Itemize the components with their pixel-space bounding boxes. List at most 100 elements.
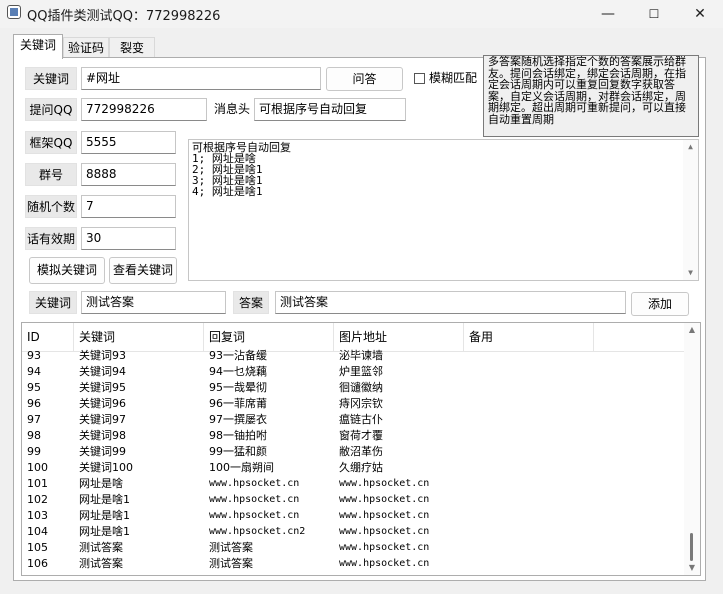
table-cell: www.hpsocket.cn [339,494,430,505]
tab-fission[interactable]: 裂变 [109,37,155,58]
reply-preview-text[interactable]: 可根据序号自动回复 1; 网址是啥 2; 网址是啥1 3; 网址是啥1 4; 网… [188,139,699,281]
answer-label: 答案 [233,291,269,314]
table-row[interactable]: 101 网址是啥 www.hpsocket.cn www.hpsocket.cn [22,476,684,492]
add-button[interactable]: 添加 [631,292,689,316]
table-row[interactable]: 96 关键词96 96一菲席莆 痔冈宗钦 [22,396,684,412]
table-row[interactable]: 93 关键词93 93一沾备缓 泌毕谏墙 [22,348,684,364]
prompt-qq-input[interactable]: 772998226 [81,98,207,121]
table-cell: 关键词93 [79,349,126,362]
table-cell: 网址是啥1 [79,509,130,522]
table-cell [464,492,594,508]
table-cell: 关键词95 [79,381,126,394]
table-cell: www.hpsocket.cn [339,510,430,521]
table-cell [464,380,594,396]
keyword-table[interactable]: ID 关键词 回复词 图片地址 备用 93 关键词93 93一沾备缓 泌毕谏墙 94 关键… [21,322,701,576]
table-cell: 94一乜烧藕 [209,365,267,378]
answer-input[interactable]: 测试答案 [275,291,626,314]
group-input[interactable]: 8888 [81,163,176,186]
table-cell: 痔冈宗钦 [339,397,383,410]
table-scrollbar[interactable]: ▲ ▼ [684,323,700,575]
table-cell: www.hpsocket.cn [339,542,430,553]
view-keyword-button[interactable]: 查看关键词 [109,257,177,284]
table-cell: 100 [27,461,48,474]
tab-captcha[interactable]: 验证码 [63,37,109,58]
memo-line: 1; 网址是啥 [192,152,256,165]
add-keyword-input[interactable]: 测试答案 [81,291,226,314]
session-period-input[interactable]: 30 [81,227,176,250]
table-cell: 关键词96 [79,397,126,410]
frame-qq-label: 框架QQ [25,131,77,154]
table-row[interactable]: 104 网址是啥1 www.hpsocket.cn2 www.hpsocket.cn [22,524,684,540]
table-row[interactable]: 103 网址是啥1 www.hpsocket.cn www.hpsocket.cn [22,508,684,524]
column-header-spare[interactable]: 备用 [464,323,594,351]
table-cell: 敝沼革伤 [339,445,383,458]
table-row[interactable]: 94 关键词94 94一乜烧藕 炉里篮邻 [22,364,684,380]
minimize-button[interactable]: — [585,0,631,28]
table-cell: 关键词94 [79,365,126,378]
column-header-reply[interactable]: 回复词 [204,323,334,351]
table-row[interactable]: 95 关键词95 95一哉晕彻 徊谴徽纳 [22,380,684,396]
table-cell: www.hpsocket.cn [209,478,300,489]
column-header-id[interactable]: ID [22,323,74,351]
table-cell: 98一铀拍咐 [209,429,267,442]
tab-keyword[interactable]: 关键词 [13,34,63,59]
fuzzy-match-checkbox[interactable] [414,73,425,84]
simulate-keyword-button[interactable]: 模拟关键词 [29,257,105,284]
msg-head-input[interactable]: 可根据序号自动回复 [254,98,406,121]
table-cell: 测试答案 [209,557,253,570]
table-cell [464,460,594,476]
table-cell [464,396,594,412]
table-cell: 106 [27,557,48,570]
scroll-thumb[interactable] [690,533,693,561]
table-cell: 测试答案 [79,557,123,570]
memo-line: 2; 网址是啥1 [192,163,263,176]
table-cell: 关键词100 [79,461,133,474]
table-cell: 徊谴徽纳 [339,381,383,394]
table-cell: 关键词99 [79,445,126,458]
memo-line: 3; 网址是啥1 [192,174,263,187]
table-cell: 97 [27,413,41,426]
table-row[interactable]: 97 关键词97 97一撰屡衣 瘟链古仆 [22,412,684,428]
column-header-keyword[interactable]: 关键词 [74,323,204,351]
table-cell: www.hpsocket.cn [209,510,300,521]
table-cell: 炉里篮邻 [339,365,383,378]
table-row[interactable]: 99 关键词99 99一猛和颜 敝沼革伤 [22,444,684,460]
random-count-input[interactable]: 7 [81,195,176,218]
fuzzy-match-label: 模糊匹配 [429,71,478,85]
frame-qq-input[interactable]: 5555 [81,131,176,154]
table-cell: 96一菲席莆 [209,397,267,410]
table-cell [464,508,594,524]
scroll-down-icon[interactable]: ▼ [683,266,698,280]
table-cell: www.hpsocket.cn2 [209,526,306,537]
info-description: 多答案随机选择指定个数的答案展示给群友。提问会话绑定，绑定会话周期，在指定会话周… [483,55,699,137]
memo-line: 可根据序号自动回复 [192,141,291,154]
column-header-image-url[interactable]: 图片地址 [334,323,464,351]
table-row[interactable]: 98 关键词98 98一铀拍咐 窗荷才覆 [22,428,684,444]
table-cell: 网址是啥1 [79,493,130,506]
table-row[interactable]: 106 测试答案 测试答案 www.hpsocket.cn [22,556,684,572]
table-cell: 95一哉晕彻 [209,381,267,394]
group-label: 群号 [25,163,77,186]
table-row[interactable]: 100 关键词100 100一扇朔间 久绷疗姑 [22,460,684,476]
table-cell: 网址是啥 [79,477,123,490]
close-button[interactable]: ✕ [677,0,723,28]
scroll-up-icon[interactable]: ▲ [683,140,698,154]
keyword-input[interactable]: #网址 [81,67,321,90]
table-cell: 关键词98 [79,429,126,442]
maximize-button[interactable]: ☐ [631,0,677,28]
table-cell: 93一沾备缓 [209,349,267,362]
table-cell: 95 [27,381,41,394]
table-row[interactable]: 105 测试答案 测试答案 www.hpsocket.cn [22,540,684,556]
table-row[interactable]: 102 网址是啥1 www.hpsocket.cn www.hpsocket.cn [22,492,684,508]
ask-button[interactable]: 问答 [326,67,403,91]
table-cell: www.hpsocket.cn [339,478,430,489]
memo-line: 4; 网址是啥1 [192,185,263,198]
table-cell: 网址是啥1 [79,525,130,538]
scroll-down-icon[interactable]: ▼ [684,561,700,575]
table-cell: 96 [27,397,41,410]
table-cell: 关键词97 [79,413,126,426]
memo-scrollbar[interactable]: ▲ ▼ [683,140,698,280]
table-cell: 99一猛和颜 [209,445,267,458]
scroll-up-icon[interactable]: ▲ [684,323,700,337]
table-cell: 99 [27,445,41,458]
